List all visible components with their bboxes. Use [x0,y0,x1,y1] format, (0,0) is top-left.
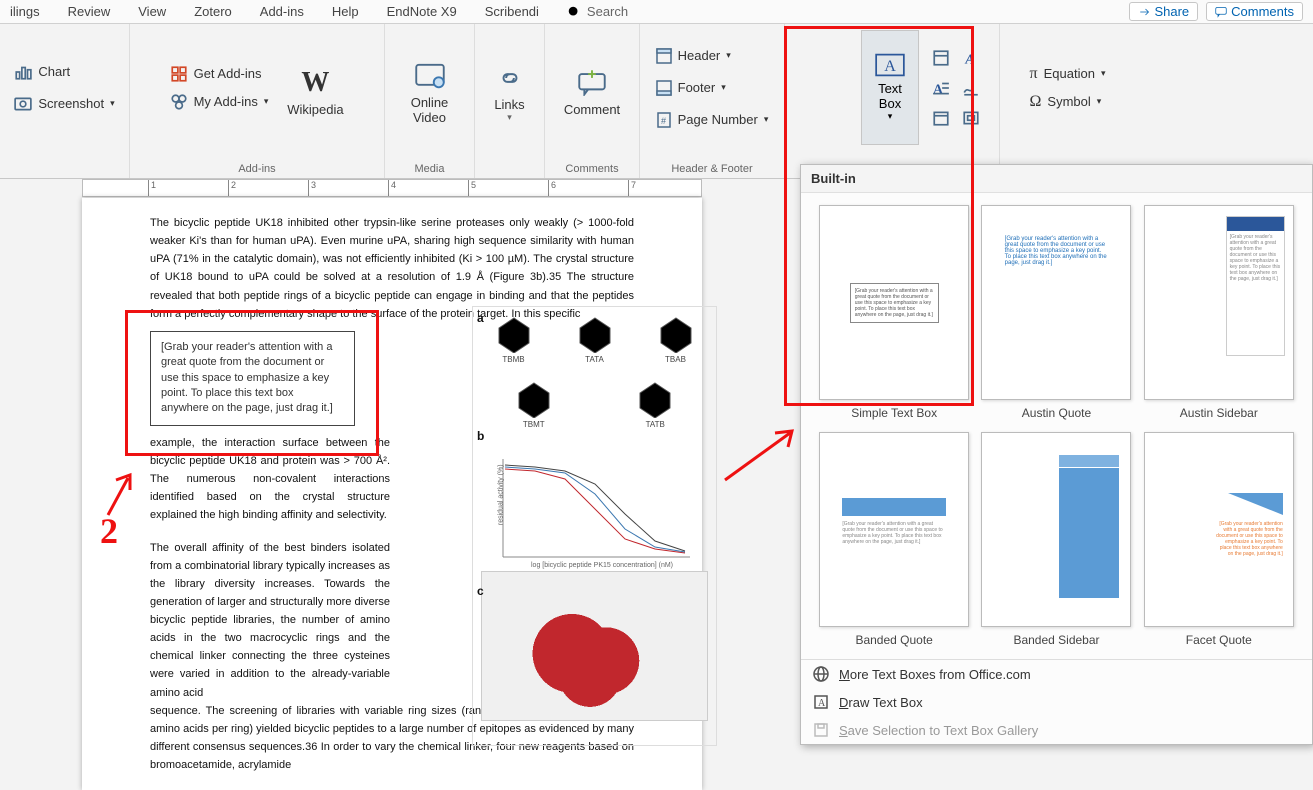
symbol-button[interactable]: Ω Symbol▾ [1024,89,1112,115]
comment-button[interactable]: Comment [557,30,627,145]
group-label-hf: Header & Footer [671,160,752,178]
online-video-button[interactable]: Online Video [395,30,465,145]
tab-help[interactable]: Help [332,4,359,19]
tab-zotero[interactable]: Zotero [194,4,232,19]
page-number-button[interactable]: # Page Number▾ [650,107,775,133]
header-button[interactable]: Header▾ [650,43,775,69]
group-label-addins: Add-ins [238,160,275,178]
tab-mailings[interactable]: ilings [10,4,40,19]
screenshot-button[interactable]: Screenshot▾ [8,91,120,117]
gallery-item-banded-sidebar[interactable]: Banded Sidebar [981,432,1131,647]
ribbon-tabs: ilings Review View Zotero Add-ins Help E… [0,0,1313,24]
annotation-highlight-inserted-box [125,310,379,456]
ribbon: Chart Screenshot▾ Get Add-ins My Add-ins… [0,24,1313,179]
gallery-item-austin-quote[interactable]: [Grab your reader's attention with a gre… [981,205,1131,420]
annotation-arrow [720,425,800,485]
get-addins-button[interactable]: Get Add-ins [164,61,275,87]
search-button[interactable]: Search [567,4,628,19]
document-page[interactable]: The bicyclic peptide UK18 inhibited othe… [82,198,702,790]
tab-endnote[interactable]: EndNote X9 [387,4,457,19]
chart-button[interactable]: Chart [8,59,76,85]
group-label-media: Media [415,160,445,178]
more-text-boxes-button[interactable]: MMore Text Boxes from Office.comore Text… [801,660,1312,688]
save-selection-button[interactable]: Save Selection to Text Box Gallery [801,716,1312,744]
gallery-item-facet-quote[interactable]: [Grab your reader's attention with a gre… [1144,432,1294,647]
figure-panel: a TBMB TATA TBAB TBMT TATB b log [bicycl… [472,306,717,746]
svg-text:#: # [661,116,666,126]
share-button[interactable]: Share [1129,2,1198,21]
gallery-item-banded-quote[interactable]: [Grab your reader's attention with a gre… [819,432,969,647]
annotation-highlight-textbox-menu [784,26,974,406]
gallery-item-austin-sidebar[interactable]: [Grab your reader's attention with a gre… [1144,205,1294,420]
links-button[interactable]: Links ▾ [475,30,545,145]
tab-review[interactable]: Review [68,4,111,19]
my-addins-button[interactable]: My Add-ins ▾ [164,89,275,115]
tab-addins[interactable]: Add-ins [260,4,304,19]
tab-scribendi[interactable]: Scribendi [485,4,539,19]
horizontal-ruler[interactable]: 1 2 3 4 5 6 7 [82,179,702,197]
wikipedia-button[interactable]: W Wikipedia [280,30,350,145]
comments-button[interactable]: Comments [1206,2,1303,21]
body-paragraph[interactable]: The overall affinity of the best binders… [150,539,390,702]
group-label-comments: Comments [565,160,618,178]
svg-text:A: A [818,698,826,709]
tab-view[interactable]: View [138,4,166,19]
equation-button[interactable]: π Equation ▾ [1024,61,1112,87]
draw-text-box-button[interactable]: A Draw Text Box [801,688,1312,716]
annotation-number-2: 2 [100,510,118,552]
footer-button[interactable]: Footer▾ [650,75,775,101]
